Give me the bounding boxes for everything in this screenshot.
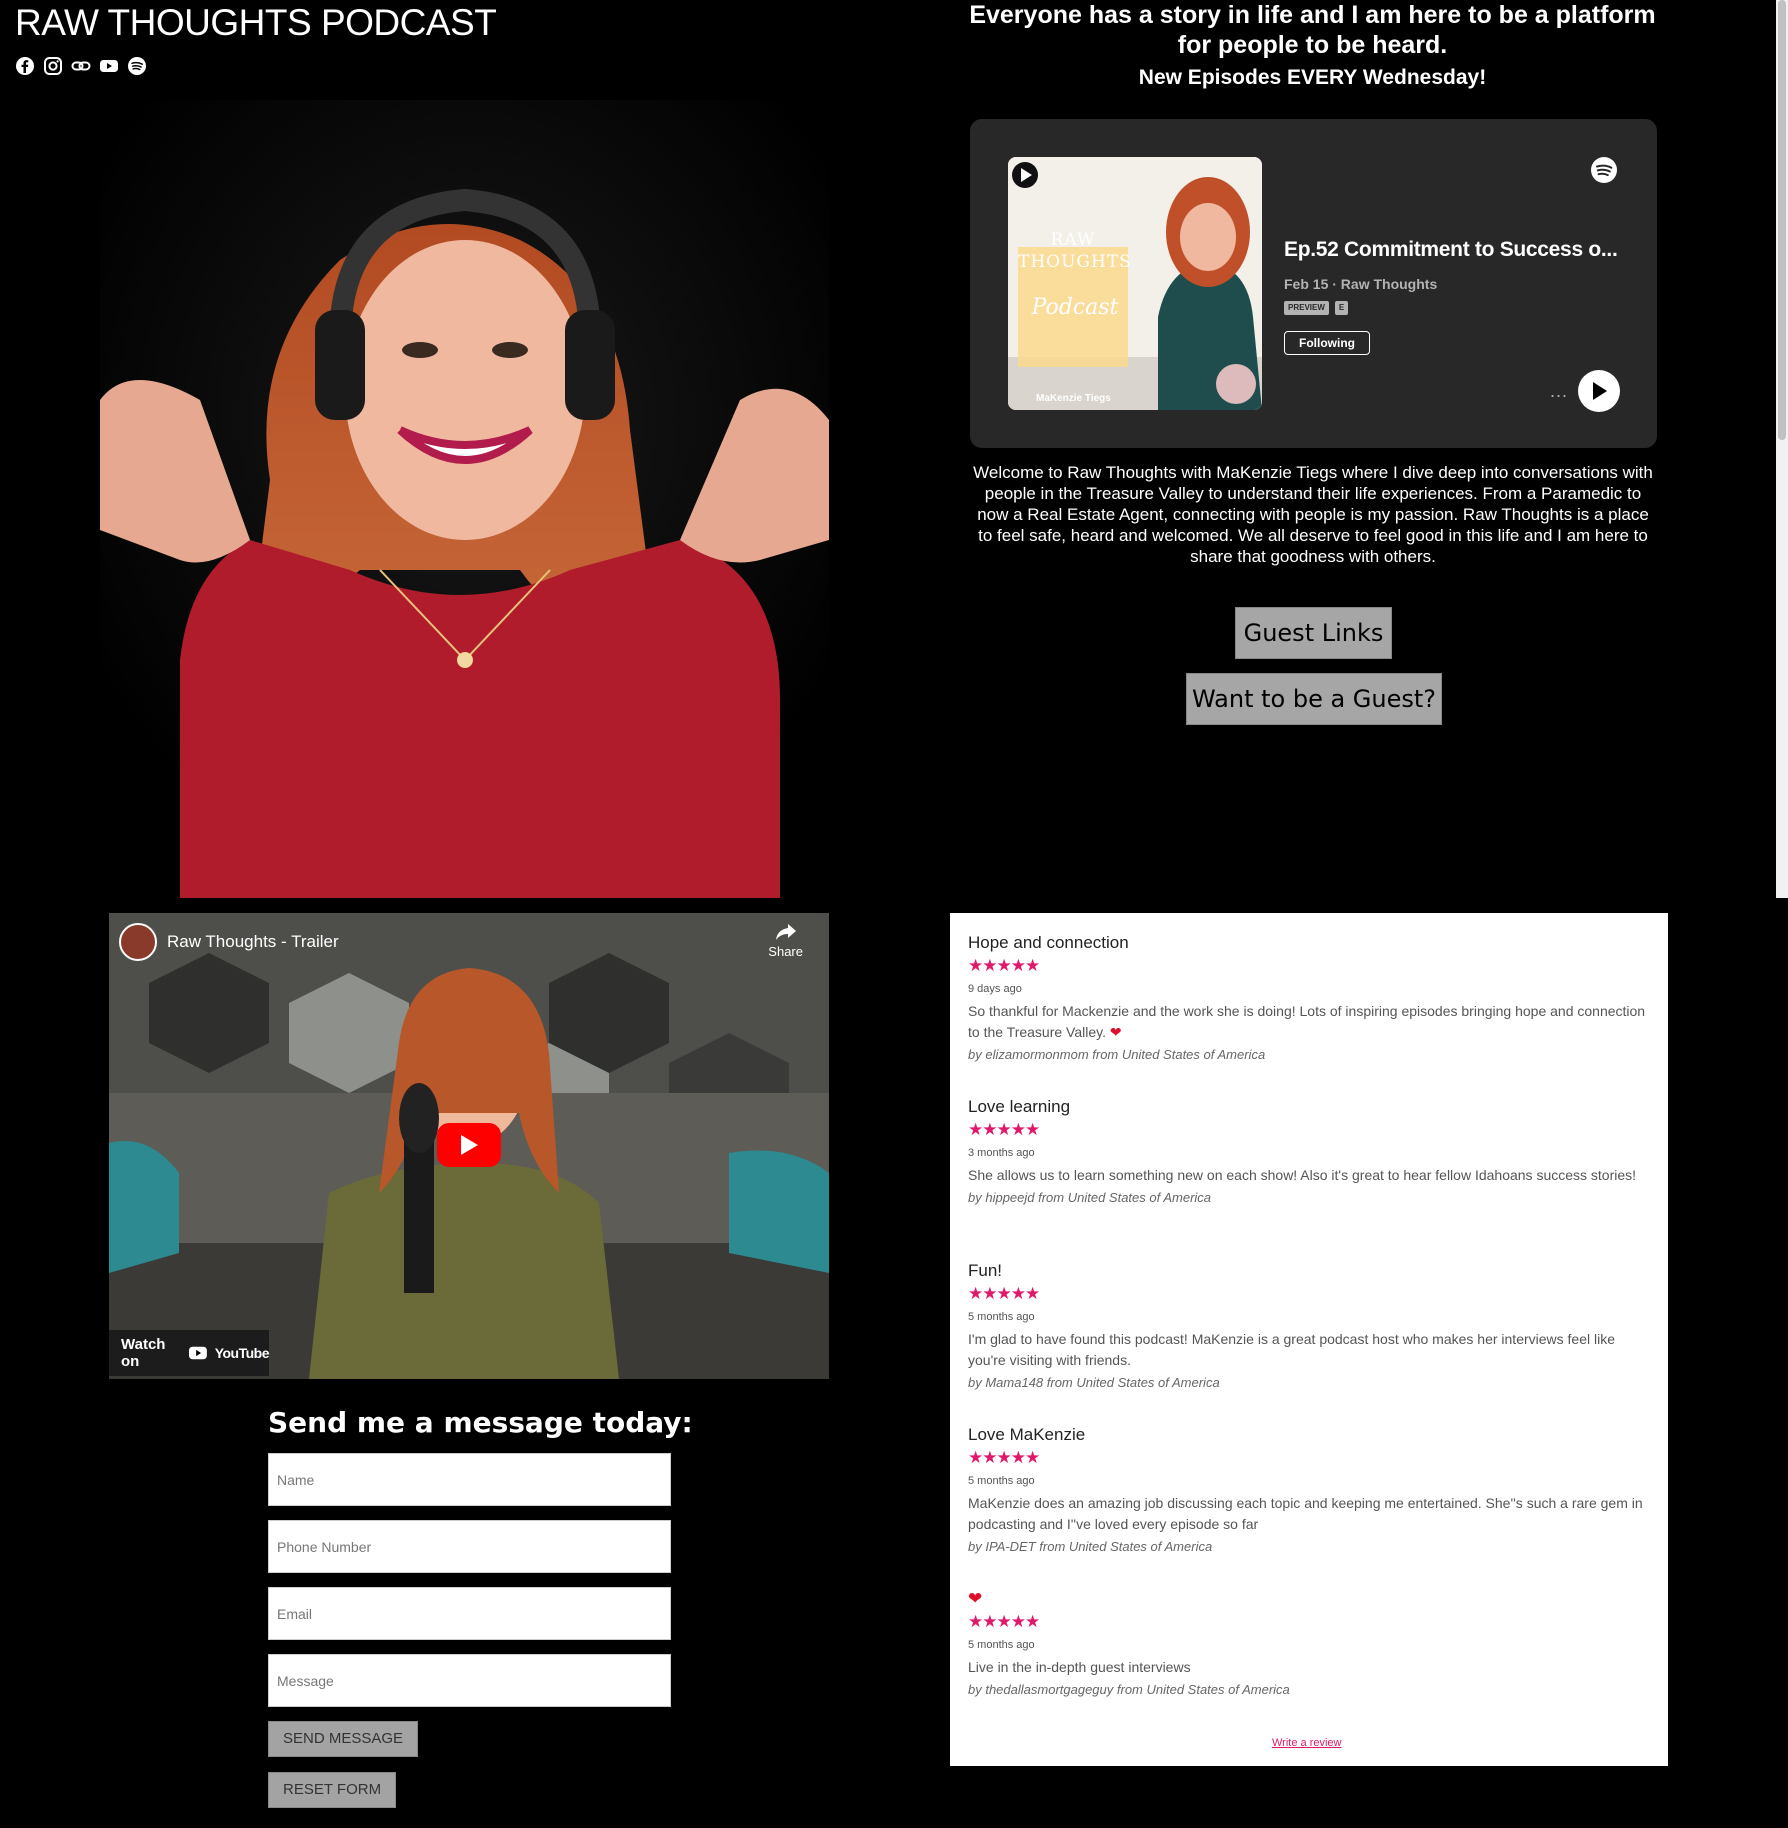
spotify-icon[interactable] [127,56,147,76]
spotify-logo-icon[interactable] [1590,156,1618,184]
link-icon[interactable] [71,56,91,76]
review-item: Love learning ★★★★★ 3 months ago She all… [968,1097,1648,1205]
review-author: by IPA-DET from United States of America [968,1539,1213,1554]
email-field[interactable] [268,1587,671,1640]
youtube-wordmark: YouTube [214,1345,270,1361]
heart-icon: ❤ [1109,1024,1122,1040]
site-title[interactable]: RAW THOUGHTS PODCAST [15,2,497,44]
share-label: Share [768,944,803,959]
message-field[interactable] [268,1654,671,1707]
page-scrollbar[interactable] [1776,0,1788,898]
phone-number-field[interactable] [268,1520,671,1573]
explicit-badge: E [1334,301,1349,315]
preview-badge: PREVIEW [1284,301,1329,315]
review-date: 3 months ago [968,1147,1035,1159]
star-rating: ★★★★★ [968,1120,1040,1139]
star-rating: ★★★★★ [968,956,1040,975]
name-field[interactable] [268,1453,671,1506]
review-author: by Mama148 from United States of America [968,1375,1220,1390]
host-portrait-photo [100,100,829,898]
reset-form-button[interactable]: RESET FORM [268,1772,397,1808]
reviews-panel: Hope and connection ★★★★★ 9 days ago So … [950,913,1668,1766]
instagram-icon[interactable] [43,56,63,76]
social-links [15,56,147,76]
tagline: Everyone has a story in life and I am he… [969,1,1656,59]
episode-title[interactable]: Ep.52 Commitment to Success o... [1284,238,1629,262]
review-title: ❤ [968,1589,983,1608]
welcome-description: Welcome to Raw Thoughts with MaKenzie Ti… [973,463,1653,566]
episode-badges: PREVIEW E [1284,301,1349,315]
episode-meta: Feb 15 · Raw Thoughts [1284,276,1438,292]
share-icon [775,924,796,940]
review-body: Live in the in-depth guest interviews [968,1659,1191,1675]
following-button[interactable]: Following [1284,331,1370,355]
episode-schedule: New Episodes EVERY Wednesday! [1138,66,1487,89]
youtube-play-button[interactable] [437,1123,501,1167]
video-title[interactable]: Raw Thoughts - Trailer [167,932,339,952]
spotify-embed[interactable]: RAW THOUGHTS Podcast MaKenzie Tiegs Ep.5… [970,119,1657,448]
star-rating: ★★★★★ [968,1448,1040,1467]
cover-brand-text: RAW THOUGHTS [1018,230,1132,272]
review-text: So thankful for Mackenzie and the work s… [968,1003,1646,1040]
video-header: Raw Thoughts - Trailer [119,923,339,961]
review-author: by thedallasmortgageguy from United Stat… [968,1682,1290,1697]
guest-links-button[interactable]: Guest Links [1235,607,1392,659]
review-item: ❤ ★★★★★ 5 months ago Live in the in-dept… [968,1589,1648,1697]
review-body: I'm glad to have found this podcast! MaK… [968,1331,1616,1368]
review-title: Love learning [968,1097,1071,1116]
cover-host-name: MaKenzie Tiegs [1036,393,1111,404]
contact-form-heading: Send me a message today: [268,1406,693,1439]
review-title: Love MaKenzie [968,1425,1086,1444]
write-review-link[interactable]: Write a review [1272,1737,1341,1749]
review-author: by hippeejd from United States of Americ… [968,1190,1212,1205]
watch-on-label: Watch on [121,1336,166,1370]
review-item: Love MaKenzie ★★★★★ 5 months ago MaKenzi… [968,1425,1648,1554]
review-date: 9 days ago [968,983,1022,995]
review-body: MaKenzie does an amazing job discussing … [968,1495,1643,1532]
star-rating: ★★★★★ [968,1284,1040,1303]
facebook-icon[interactable] [15,56,35,76]
scrollbar-thumb[interactable] [1778,0,1786,440]
play-episode-button[interactable] [1578,370,1620,412]
review-date: 5 months ago [968,1639,1035,1651]
episode-cover-art[interactable]: RAW THOUGHTS Podcast MaKenzie Tiegs [1008,157,1262,410]
more-options-icon[interactable]: ... [1550,381,1568,402]
youtube-icon[interactable] [99,56,119,76]
review-title: Hope and connection [968,933,1129,952]
cover-script-text: Podcast [1031,295,1119,320]
review-author: by elizamormonmom from United States of … [968,1047,1266,1062]
review-date: 5 months ago [968,1475,1035,1487]
be-a-guest-button[interactable]: Want to be a Guest? [1186,673,1442,725]
youtube-logo-icon [188,1346,207,1360]
review-title: Fun! [968,1261,1003,1280]
review-date: 5 months ago [968,1311,1035,1323]
review-item: Fun! ★★★★★ 5 months ago I'm glad to have… [968,1261,1648,1390]
send-message-button[interactable]: SEND MESSAGE [268,1721,419,1757]
share-button[interactable]: Share [768,923,803,959]
watch-on-youtube-button[interactable]: Watch on YouTube [109,1330,270,1376]
review-body: So thankful for Mackenzie and the work s… [968,1001,1648,1043]
review-body: She allows us to learn something new on … [968,1167,1637,1183]
play-icon [461,1135,478,1155]
star-rating: ★★★★★ [968,1612,1040,1631]
play-icon [1593,382,1607,400]
youtube-trailer-embed[interactable]: Raw Thoughts - Trailer Share Watch on Yo… [109,913,829,1379]
review-item: Hope and connection ★★★★★ 9 days ago So … [968,933,1648,1062]
channel-avatar[interactable] [119,923,157,961]
